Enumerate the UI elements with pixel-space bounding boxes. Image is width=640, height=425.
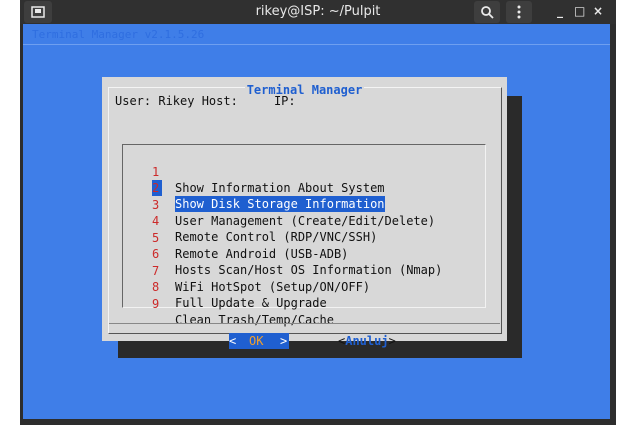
- menu-item-label: Clean Trash/Temp/Cache: [175, 313, 334, 327]
- ok-bracket-left: <: [229, 334, 237, 348]
- search-icon[interactable]: [474, 1, 500, 23]
- ok-label: OK: [249, 334, 264, 348]
- menu-item[interactable]: 1 Show Information About System: [123, 148, 385, 195]
- menu-item-number: 9: [152, 297, 160, 311]
- back-title: Terminal Manager v2.1.5.26: [32, 28, 205, 41]
- user-host-info: User: Rikey Host: IP:: [115, 94, 296, 108]
- menu-item[interactable]: 8 Full Update & Upgrade: [123, 263, 327, 310]
- menu-item[interactable]: 6 Hosts Scan/Host OS Information (Nmap): [123, 230, 442, 277]
- ok-bracket-right: >: [280, 334, 288, 348]
- menu-list: 1 Show Information About System 2 Show D…: [122, 144, 486, 327]
- terminal-area[interactable]: Terminal Manager v2.1.5.26 Terminal Mana…: [23, 24, 610, 419]
- close-button[interactable]: ×: [593, 0, 603, 22]
- menu-item[interactable]: 9 Clean Trash/Temp/Cache: [123, 280, 334, 327]
- cancel-bracket-right: >: [388, 334, 396, 348]
- menu-item-label: User Management (Create/Edit/Delete): [175, 214, 436, 228]
- menu-item-label: Remote Android (USB-ADB): [175, 247, 349, 261]
- menu-item[interactable]: 7 WiFi HotSpot (Setup/ON/OFF): [123, 247, 370, 294]
- button-divider: [109, 323, 500, 324]
- title-bar: rikey@ISP: ~/Pulpit _ □ ×: [20, 0, 616, 24]
- cancel-button[interactable]: <Anuluj>: [338, 333, 396, 349]
- menu-icon[interactable]: [506, 1, 532, 23]
- menu-item-label: Show Disk Storage Information: [175, 196, 385, 212]
- menu-item-label: Show Information About System: [175, 181, 385, 195]
- maximize-button[interactable]: □: [574, 0, 585, 22]
- menu-dialog: Terminal Manager User: Rikey Host: IP: 1…: [102, 77, 507, 349]
- menu-item-selected[interactable]: 2 Show Disk Storage Information: [123, 164, 385, 212]
- menu-item[interactable]: 5 Remote Android (USB-ADB): [123, 214, 348, 261]
- ok-button[interactable]: < OK >: [229, 333, 289, 349]
- minimize-button[interactable]: _: [557, 0, 563, 22]
- menu-item-label: Remote Control (RDP/VNC/SSH): [175, 230, 378, 244]
- menu-item[interactable]: 3 User Management (Create/Edit/Delete): [123, 181, 435, 228]
- menu-item[interactable]: 4 Remote Control (RDP/VNC/SSH): [123, 197, 377, 244]
- menu-item-label: Full Update & Upgrade: [175, 296, 327, 310]
- cancel-label: Anuluj: [345, 334, 389, 348]
- menu-item-label: Hosts Scan/Host OS Information (Nmap): [175, 263, 443, 277]
- back-title-divider: [23, 44, 610, 45]
- menu-item-label: WiFi HotSpot (Setup/ON/OFF): [175, 280, 371, 294]
- terminal-window: rikey@ISP: ~/Pulpit _ □ × Terminal Manag…: [20, 0, 616, 425]
